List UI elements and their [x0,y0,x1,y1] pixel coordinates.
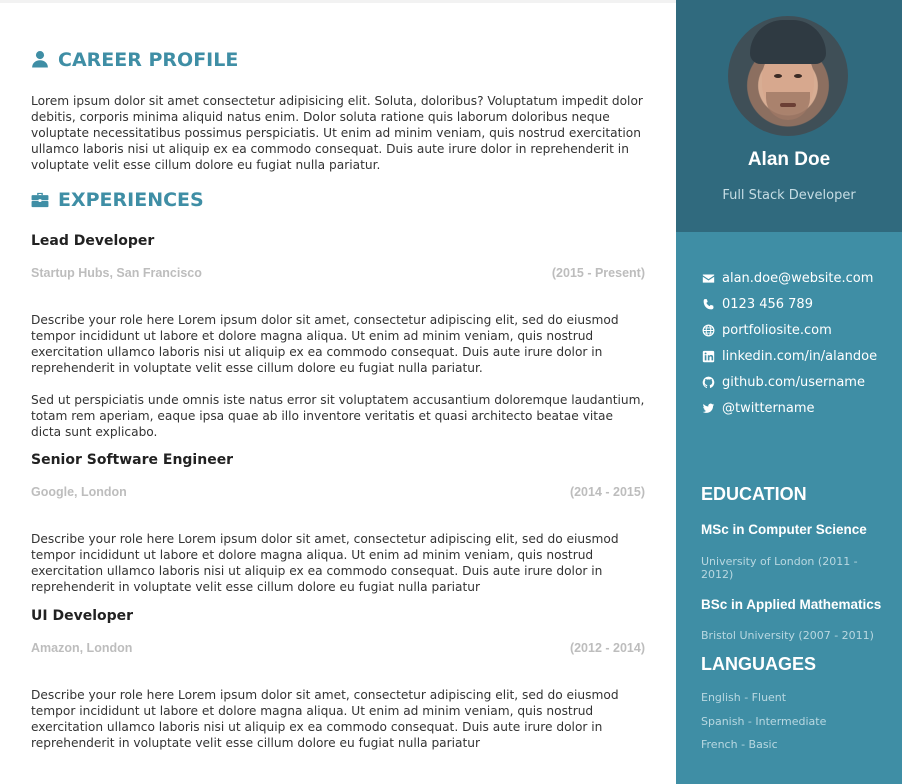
job-meta: Google, London (2014 - 2015) [31,485,645,499]
job-company: Startup Hubs, San Francisco [31,266,202,280]
contact-linkedin-text[interactable]: linkedin.com/in/alandoe [722,349,877,364]
education-school: Bristol University (2007 - 2011) [701,629,874,642]
contact-phone-text[interactable]: 0123 456 789 [722,297,813,312]
profile-header: Alan Doe Full Stack Developer [676,0,902,232]
twitter-icon [701,401,716,416]
education-degree: MSc in Computer Science [701,522,867,537]
experiences-heading: EXPERIENCES [31,189,204,211]
contact-linkedin[interactable]: linkedin.com/in/alandoe [701,343,901,369]
contact-twitter-text[interactable]: @twittername [722,401,815,416]
user-icon [31,50,51,70]
briefcase-icon [31,190,51,210]
contact-website[interactable]: portfoliosite.com [701,317,901,343]
job-title: Lead Developer [31,233,155,249]
profile-name: Alan Doe [747,149,831,170]
contact-email[interactable]: alan.doe@website.com [701,265,901,291]
education-degree: BSc in Applied Mathematics [701,597,882,612]
avatar [728,16,848,136]
envelope-icon [701,271,716,286]
job-description: Describe your role here Lorem ipsum dolo… [31,532,619,594]
contact-list: alan.doe@website.com 0123 456 789 portfo… [701,265,901,421]
linkedin-icon [701,349,716,364]
education-title: EDUCATION [701,484,807,504]
language-item: English - Fluent [701,691,787,704]
job-company: Amazon, London [31,641,133,655]
profile-tagline: Full Stack Developer [722,188,856,203]
contact-website-text[interactable]: portfoliosite.com [722,323,832,338]
language-item: French - Basic [701,738,778,751]
sidebar: Alan Doe Full Stack Developer alan.doe@w… [676,0,902,784]
job-meta: Startup Hubs, San Francisco (2015 - Pres… [31,266,645,280]
education-school: University of London (2011 - 2012) [701,555,858,581]
job-dates: (2014 - 2015) [569,485,645,499]
contact-github[interactable]: github.com/username [701,369,901,395]
language-item: Spanish - Intermediate [701,715,827,728]
contact-email-text[interactable]: alan.doe@website.com [722,271,873,286]
job-title: Senior Software Engineer [31,452,234,468]
main-content: CAREER PROFILE Lorem ipsum dolor sit ame… [0,0,676,784]
job-description: Describe your role here Lorem ipsum dolo… [31,688,619,750]
job-dates: (2015 - Present) [551,266,645,280]
contact-github-text[interactable]: github.com/username [722,375,865,390]
career-profile-heading: CAREER PROFILE [31,49,238,71]
phone-icon [701,297,716,312]
job-company: Google, London [31,485,127,499]
job-description: Sed ut perspiciatis unde omnis iste natu… [31,393,645,439]
career-summary: Lorem ipsum dolor sit amet consectetur a… [31,94,643,172]
job-dates: (2012 - 2014) [569,641,645,655]
job-meta: Amazon, London (2012 - 2014) [31,641,645,655]
globe-icon [701,323,716,338]
experiences-title: EXPERIENCES [58,189,204,211]
job-title: UI Developer [31,608,134,624]
job-description: Describe your role here Lorem ipsum dolo… [31,313,619,375]
career-profile-title: CAREER PROFILE [58,49,239,71]
contact-phone[interactable]: 0123 456 789 [701,291,901,317]
github-icon [701,375,716,390]
contact-twitter[interactable]: @twittername [701,395,901,421]
languages-title: LANGUAGES [701,654,817,674]
